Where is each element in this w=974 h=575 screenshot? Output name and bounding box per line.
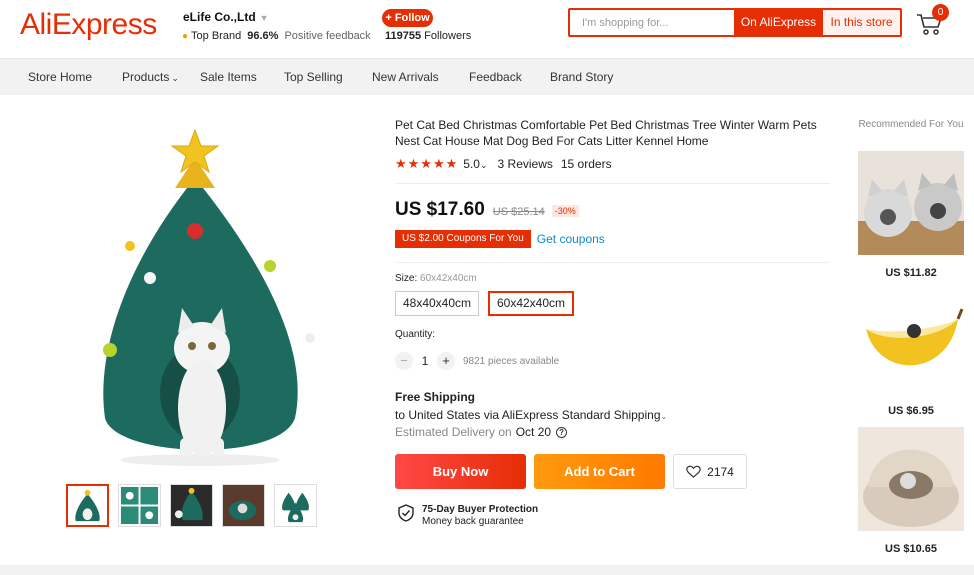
nav-brand-story[interactable]: Brand Story	[550, 70, 613, 84]
size-label: Size: 60x42x40cm	[395, 273, 477, 284]
estimated-delivery: Estimated Delivery on Oct 20 ?	[395, 425, 568, 439]
thumbnail-1[interactable]	[66, 484, 109, 527]
nav-store-home[interactable]: Store Home	[28, 70, 92, 84]
thumbnail-5[interactable]	[274, 484, 317, 527]
thumbnail-4-image	[223, 485, 264, 526]
rating-score-value[interactable]: 5.0	[463, 157, 480, 171]
recommended-item-price[interactable]: US $11.82	[858, 267, 964, 279]
followers-count: 119755	[385, 30, 422, 42]
caret-down-icon[interactable]: ▼	[260, 13, 269, 23]
quantity-decrease-button[interactable]: −	[395, 352, 413, 370]
heart-icon	[686, 465, 701, 478]
store-nav: Store Home Products ⌄ Sale Items Top Sell…	[0, 58, 974, 95]
search-bar: On AliExpress In this store	[568, 8, 902, 37]
divider	[395, 183, 830, 184]
recommended-item-image[interactable]	[858, 151, 964, 255]
thumbnail-2-image	[120, 486, 159, 525]
thumbnail-4[interactable]	[222, 484, 265, 527]
reviews-link[interactable]: 3 Reviews	[498, 157, 553, 171]
chevron-down-icon: ⌄	[171, 73, 179, 83]
size-option-2[interactable]: 60x42x40cm	[488, 291, 574, 316]
store-badge: Top Brand	[191, 30, 242, 42]
store-meta: ● Top Brand 96.6% Positive feedback	[182, 30, 371, 42]
medal-icon: ●	[182, 31, 189, 42]
protection-subtitle: Money back guarantee	[422, 516, 524, 527]
nav-products[interactable]: Products ⌄	[122, 70, 179, 84]
store-name[interactable]: eLife Co.,Ltd ▼	[183, 10, 269, 24]
rating-score[interactable]: 5.0⌄	[463, 157, 487, 171]
divider	[395, 262, 830, 263]
nav-products-label[interactable]: Products	[122, 70, 169, 84]
current-price: US $17.60	[395, 199, 485, 220]
recommended-title: Recommended For You	[858, 119, 964, 130]
product-title: Pet Cat Bed Christmas Comfortable Pet Be…	[395, 118, 817, 148]
quantity-value[interactable]: 1	[413, 354, 437, 368]
thumbnail-5-image	[282, 492, 309, 523]
price-row: US $17.60 US $25.14 -30%	[395, 199, 579, 221]
coupon-row: US $2.00 Coupons For You Get coupons	[395, 230, 605, 248]
get-coupons-link[interactable]: Get coupons	[537, 232, 605, 246]
orders-count: 15 orders	[560, 157, 612, 171]
recommended-item[interactable]: US $11.82	[858, 151, 964, 279]
quantity-stepper: − 1 + 9821 pieces available	[395, 352, 559, 370]
protection-title: 75-Day Buyer Protection	[422, 504, 539, 515]
thumbnail-1-image	[75, 489, 100, 522]
quantity-increase-button[interactable]: +	[437, 352, 455, 370]
recommended-item-image[interactable]	[858, 427, 964, 531]
shipping-title: Free Shipping	[395, 390, 476, 404]
product-main-image[interactable]	[70, 118, 320, 470]
header: AliExpress eLife Co.,Ltd ▼ ● Top Brand 96.6…	[0, 0, 974, 58]
followers-label: Followers	[424, 30, 472, 42]
shipping-method-text[interactable]: to United States via AliExpress Standard…	[395, 408, 661, 422]
shield-check-icon	[398, 504, 414, 522]
chevron-down-icon: ⌄	[660, 412, 668, 421]
size-option-1[interactable]: 48x40x40cm	[395, 291, 479, 316]
buy-now-button[interactable]: Buy Now	[395, 454, 526, 489]
rating-row: ★★★★★ 5.0⌄ 3 Reviews 15 orders	[395, 156, 612, 172]
search-input[interactable]	[570, 10, 734, 35]
search-aliexpress-button[interactable]: On AliExpress	[734, 10, 823, 35]
thumbnail-2[interactable]	[118, 484, 161, 527]
star-rating-icon: ★★★★★	[395, 156, 459, 171]
original-price: US $25.14	[492, 206, 545, 218]
available-pieces: 9821 pieces available	[463, 355, 560, 367]
discount-badge: -30%	[551, 205, 579, 217]
wishlist-button[interactable]: 2174	[673, 454, 747, 489]
thumbnail-strip	[66, 484, 317, 527]
thumbnail-3-image	[171, 485, 212, 526]
search-store-button[interactable]: In this store	[823, 10, 900, 35]
aliexpress-logo[interactable]: AliExpress	[20, 8, 157, 42]
coupon-badge[interactable]: US $2.00 Coupons For You	[395, 230, 531, 248]
nav-new-arrivals[interactable]: New Arrivals	[372, 70, 439, 84]
nav-feedback[interactable]: Feedback	[469, 70, 522, 84]
nav-top-selling[interactable]: Top Selling	[284, 70, 343, 84]
store-name-text[interactable]: eLife Co.,Ltd	[183, 10, 256, 24]
follow-button[interactable]: + Follow	[382, 9, 433, 27]
delivery-label: Estimated Delivery on	[395, 425, 512, 439]
nav-sale-items[interactable]: Sale Items	[200, 70, 257, 84]
buyer-protection: 75-Day Buyer Protection Money back guara…	[398, 504, 538, 528]
recommended-item-image[interactable]	[858, 289, 964, 393]
chevron-down-icon: ⌄	[479, 160, 488, 170]
cart-count-badge: 0	[932, 4, 949, 21]
add-to-cart-button[interactable]: Add to Cart	[534, 454, 665, 489]
recommended-item-price[interactable]: US $10.65	[858, 543, 964, 555]
recommended-item-price[interactable]: US $6.95	[858, 405, 964, 417]
help-icon[interactable]: ?	[556, 426, 568, 438]
quantity-label: Quantity:	[395, 329, 436, 340]
feedback-label: Positive feedback	[284, 30, 371, 42]
page-bottom-strip	[0, 565, 974, 575]
followers: 119755 Followers	[385, 30, 471, 42]
wishlist-count: 2174	[707, 464, 734, 479]
recommended-item[interactable]: US $10.65	[858, 427, 964, 555]
delivery-date: Oct 20	[515, 425, 552, 439]
feedback-percent: 96.6%	[247, 30, 279, 42]
size-selected-value: 60x42x40cm	[420, 273, 477, 284]
shipping-method[interactable]: to United States via AliExpress Standard…	[395, 408, 667, 422]
size-label-text: Size:	[395, 273, 418, 284]
recommended-item[interactable]: US $6.95	[858, 289, 964, 417]
thumbnail-3[interactable]	[170, 484, 213, 527]
